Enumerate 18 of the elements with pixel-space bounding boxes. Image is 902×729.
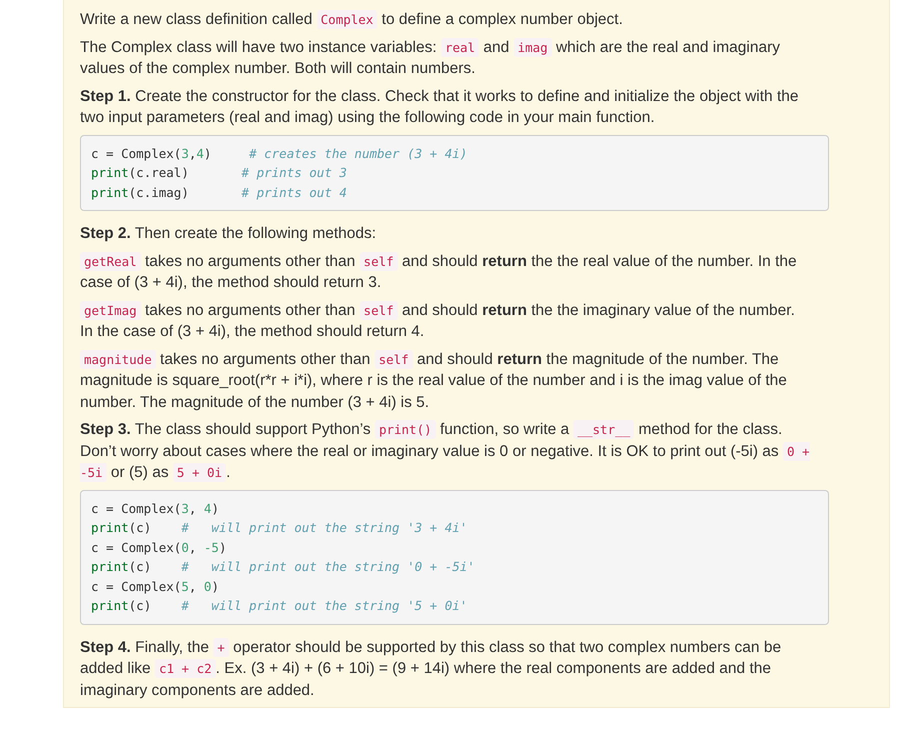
paragraph: Step 3. The class should support Python’s print() function, so write a __str__ method for the class. Don’t worry about cases where the real or imaginary value is 0 or negative. It is OK to print out (-5i) as 0 + -5i or (5) as 5 + 0i . [80,419,811,484]
paragraph: The Complex class will have two instance variables: real and imag which are the real and imaginary values of the complex number. Both will contain numbers. [80,36,781,79]
paragraph: Step 2. Then create the following methods: [80,224,378,244]
paragraph: getReal takes no arguments other than self and should return the the real value of the number. In the case of (3 + 4i), the method should return 3. [80,250,798,293]
code-line: c = Complex(3, 4) [91,500,219,518]
code-line: c = Complex(0, -5) [91,538,226,557]
paragraph: magnitude takes no arguments other than self and should return the magnitude of the number. The magnitude is square_root(r*r + i*i), where r is the real value of the number and i is the imag value of the number. The magnitude of the number (3 + 4i) is 5. [80,348,788,412]
paragraph: Step 4. Finally, the + operator should be supported by this class so that two complex numbers can be added like c1 + c2 . Ex. (3 + 4i) + (6 + 10i) = (9 + 14i) where the real components are added and the imaginary components are added. [80,636,782,700]
paragraph: Write a new class definition called Complex to define a complex number object. [80,9,624,30]
paragraph: Step 1. Create the constructor for the class. Check that it works to define and initialize the object with the two input parameters (real and imag) using the following code in your main function. [80,86,800,128]
code-line: c = Complex(5, 0) [91,578,219,596]
code-line: print(c) # will print out the string '5 + 0i' [91,597,468,615]
code-line: print(c) # will print out the string '3 + 4i' [91,519,468,537]
code-line: c = Complex(3,4) # creates the number (3 + 4i) [91,144,468,163]
code-line: print(c.real) # prints out 3 [91,164,347,182]
paragraph: getImag takes no arguments other than self and should return the the imaginary value of the number. In the case of (3 + 4i), the method should return 4. [80,300,796,342]
code-line: print(c.imag) # prints out 4 [91,184,347,202]
code-line: print(c) # will print out the string '0 + -5i' [91,558,475,576]
